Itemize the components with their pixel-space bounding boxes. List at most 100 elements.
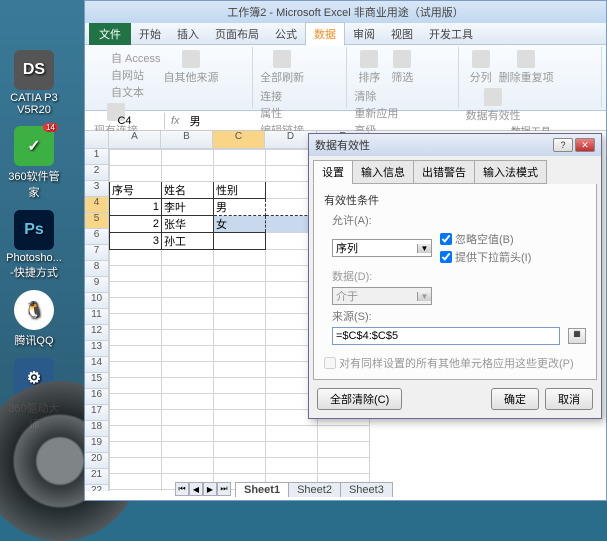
row-header[interactable]: 13 [85,341,109,357]
tab-layout[interactable]: 页面布局 [207,23,267,45]
desktop-icon-photoshop[interactable]: PsPhotosho... -快捷方式 [4,210,64,280]
tab-home[interactable]: 开始 [131,23,169,45]
btn-other-sources[interactable]: 自其他来源 [164,50,219,100]
row-header[interactable]: 11 [85,309,109,325]
ok-button[interactable]: 确定 [491,388,539,410]
sheet-nav-first[interactable]: ⏮ [175,482,189,496]
btn-from-web[interactable]: 自网站 [94,67,161,83]
row-header[interactable]: 16 [85,389,109,405]
row-header[interactable]: 3 [85,181,109,197]
row-header[interactable]: 21 [85,469,109,485]
btn-clear[interactable]: 清除 [354,88,398,104]
dtab-input[interactable]: 输入信息 [352,160,414,184]
range-picker-button[interactable]: ▦ [568,328,586,344]
col-header[interactable]: B [161,131,213,149]
fx-icon[interactable]: fx [165,115,186,127]
row-header[interactable]: 18 [85,421,109,437]
desktop-icon-catia[interactable]: DSCATIA P3 V5R20 [4,50,64,116]
cell-a3[interactable]: 序号 [110,182,162,199]
btn-sort[interactable]: 排序 [354,50,384,85]
dialog-close-button[interactable]: ✕ [575,138,595,152]
dtab-error[interactable]: 出错警告 [413,160,475,184]
source-label: 来源(S): [332,308,372,324]
row-header[interactable]: 20 [85,453,109,469]
cell-c5[interactable]: 女 [214,216,266,233]
row-header[interactable]: 17 [85,405,109,421]
sheet-nav-last[interactable]: ⏭ [217,482,231,496]
select-all-corner[interactable] [85,131,109,149]
dtab-settings[interactable]: 设置 [313,160,353,184]
formula-input[interactable]: 男 [186,111,606,131]
row-header[interactable]: 14 [85,357,109,373]
row-header[interactable]: 19 [85,437,109,453]
row-header[interactable]: 5 [85,213,109,229]
row-header[interactable]: 10 [85,293,109,309]
tab-file[interactable]: 文件 [89,23,131,45]
allow-label: 允许(A): [332,212,372,228]
cell-a4[interactable]: 1 [110,199,162,216]
sheet-tab-1[interactable]: Sheet1 [235,482,289,497]
cell-c6[interactable] [214,233,266,250]
text-icon [94,86,108,98]
btn-text-to-cols[interactable]: 分列 [466,50,496,85]
desktop-icon-360soft[interactable]: 14✓360软件管家 [4,126,64,200]
dialog-titlebar[interactable]: 数据有效性 ? ✕ [309,134,601,156]
btn-refresh-all[interactable]: 全部刷新 [260,50,304,85]
cell-a5[interactable]: 2 [110,216,162,233]
row-header[interactable]: 2 [85,165,109,181]
allow-combo[interactable]: 序列▼ [332,239,432,257]
name-box[interactable]: C4 [85,113,165,129]
sort-icon [360,50,378,68]
data-combo: 介于▼ [332,287,432,305]
tab-developer[interactable]: 开发工具 [421,23,481,45]
sheet-nav-next[interactable]: ▶ [203,482,217,496]
cell-c4[interactable]: 男 [214,199,266,216]
desktop-icon-qq[interactable]: 🐧腾讯QQ [4,290,64,348]
cell-b4[interactable]: 李叶 [162,199,214,216]
sheet-nav-prev[interactable]: ◀ [189,482,203,496]
ignore-blank-check[interactable]: 忽略空值(B) [440,231,531,247]
btn-remove-dup[interactable]: 删除重复项 [499,50,554,85]
cell-a6[interactable]: 3 [110,233,162,250]
col-header[interactable]: C [213,131,265,149]
row-header[interactable]: 12 [85,325,109,341]
row-header[interactable]: 8 [85,261,109,277]
cancel-button[interactable]: 取消 [545,388,593,410]
section-label: 有效性条件 [324,192,586,208]
btn-filter[interactable]: 筛选 [387,50,417,85]
dtab-ime[interactable]: 输入法模式 [474,160,547,184]
clear-all-button[interactable]: 全部清除(C) [317,388,402,410]
cell-b6[interactable]: 孙工 [162,233,214,250]
dialog-help-button[interactable]: ? [553,138,573,152]
tab-insert[interactable]: 插入 [169,23,207,45]
row-header[interactable]: 15 [85,373,109,389]
row-header[interactable]: 7 [85,245,109,261]
btn-from-access[interactable]: 自 Access [94,50,161,66]
chevron-down-icon: ▼ [417,244,431,253]
row-header[interactable]: 1 [85,149,109,165]
source-input[interactable] [332,327,560,345]
sheet-tab-2[interactable]: Sheet2 [288,482,341,497]
btn-connections[interactable]: 连接 [260,88,304,104]
dropdown-check[interactable]: 提供下拉箭头(I) [440,249,531,265]
col-header[interactable]: A [109,131,161,149]
row-header[interactable]: 4 [85,197,109,213]
dedup-icon [517,50,535,68]
row-header[interactable]: 6 [85,229,109,245]
ribbon-group-tools: 分列 删除重复项 数据有效性 数据工具 [461,47,602,108]
ribbon-tabs: 文件 开始 插入 页面布局 公式 数据 审阅 视图 开发工具 [85,23,606,45]
btn-from-text[interactable]: 自文本 [94,84,161,100]
tab-formulas[interactable]: 公式 [267,23,305,45]
tab-review[interactable]: 审阅 [345,23,383,45]
cell-c3[interactable]: 性别 [214,182,266,199]
filter-icon [393,50,411,68]
data-validation-dialog: 数据有效性 ? ✕ 设置 输入信息 出错警告 输入法模式 有效性条件 允许(A)… [308,133,602,419]
tab-data[interactable]: 数据 [305,22,345,46]
sheet-tab-3[interactable]: Sheet3 [340,482,393,497]
tab-view[interactable]: 视图 [383,23,421,45]
cell-b3[interactable]: 姓名 [162,182,214,199]
cell-b5[interactable]: 张华 [162,216,214,233]
row-header[interactable]: 9 [85,277,109,293]
row-header[interactable]: 22 [85,485,109,491]
notification-badge: 14 [43,123,58,132]
